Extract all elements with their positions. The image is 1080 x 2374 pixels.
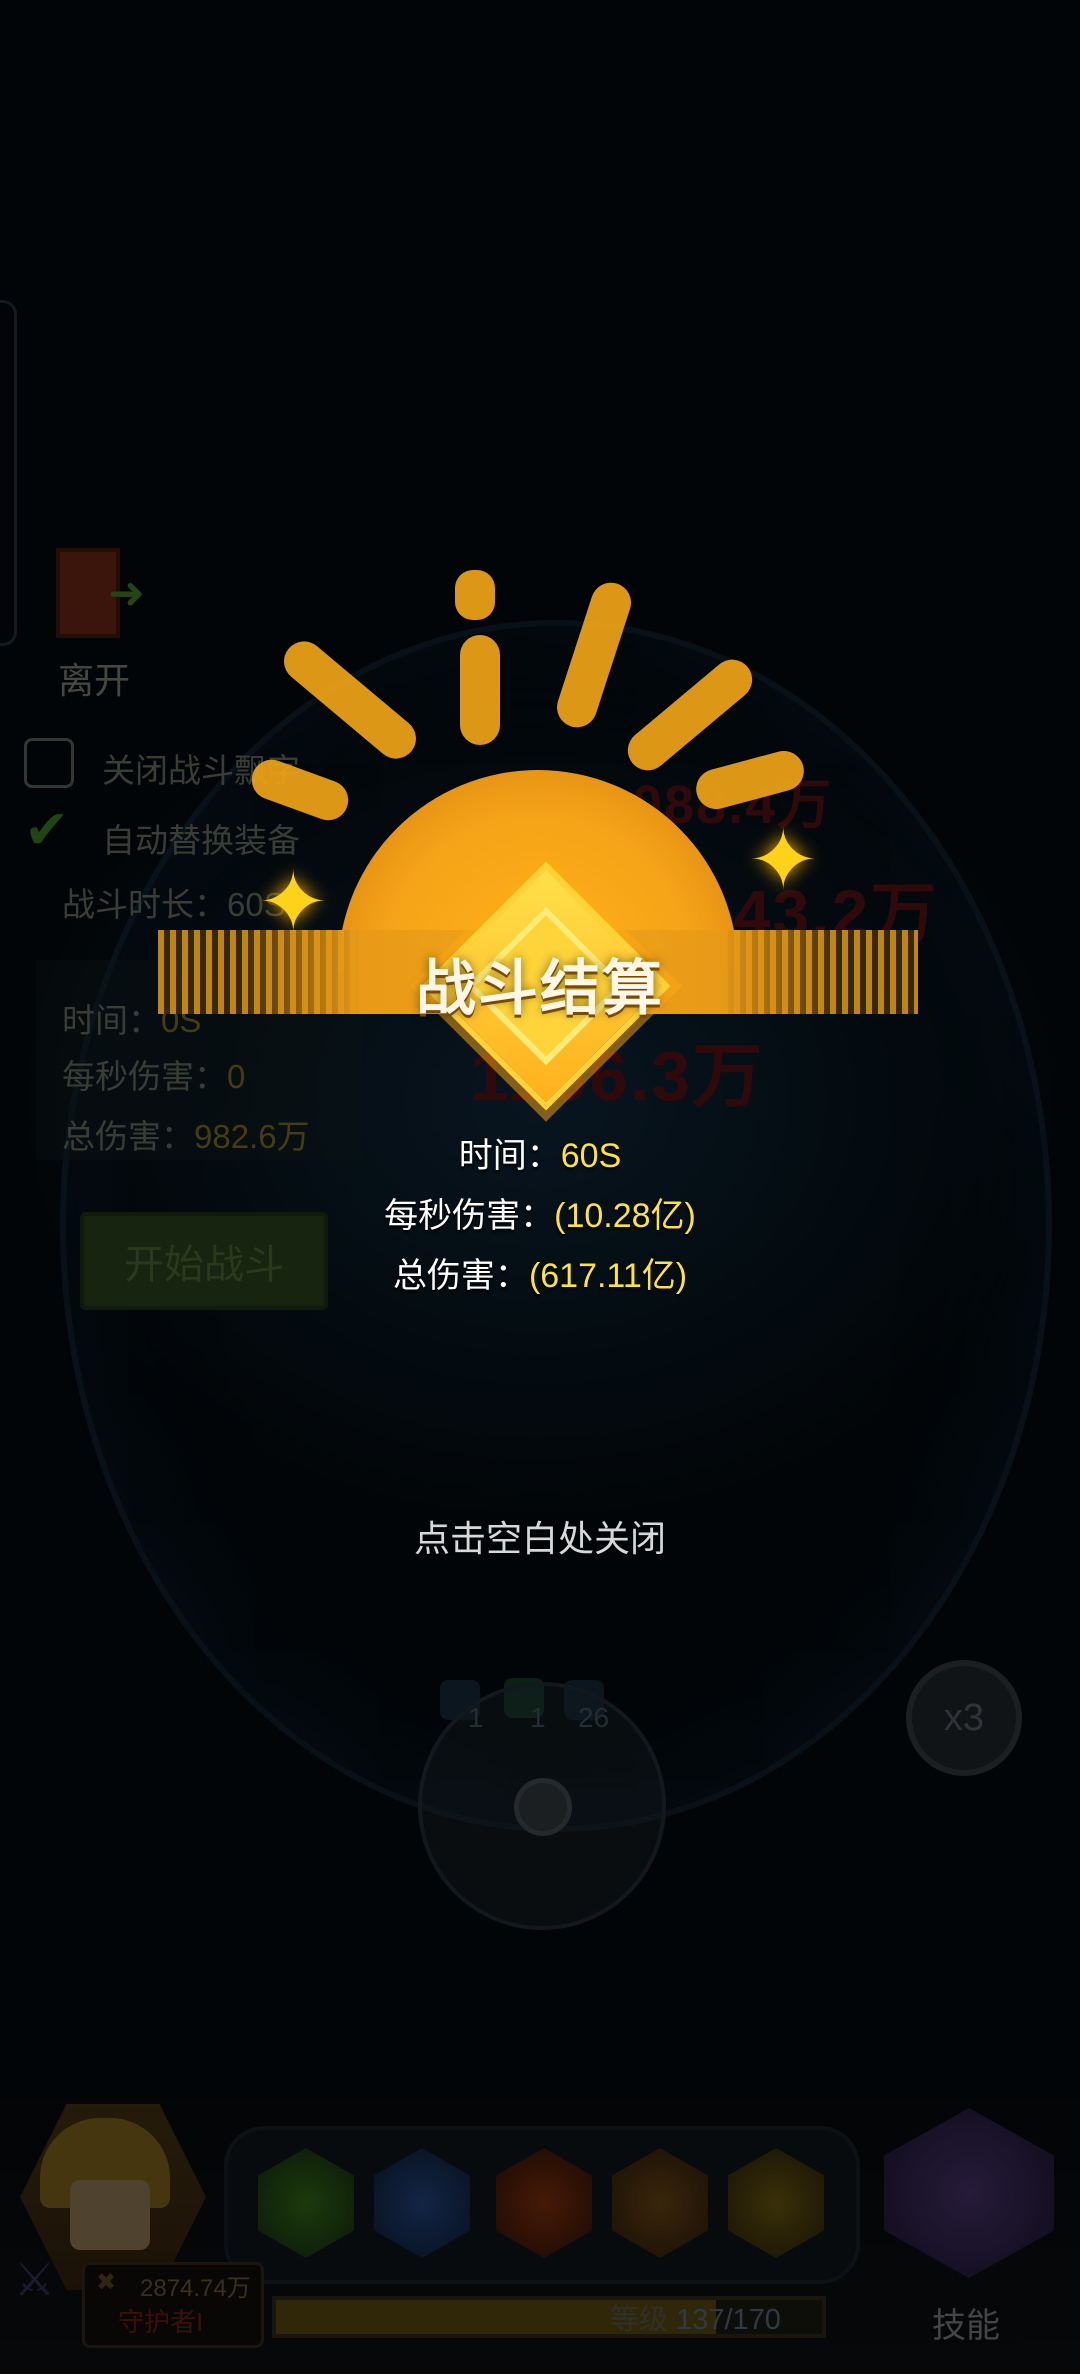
- sparkle-icon: ✦: [258, 855, 329, 949]
- result-total-label: 总伤害：: [392, 1257, 529, 1295]
- result-title: 战斗结算: [416, 955, 664, 1022]
- result-dps-label: 每秒伤害：: [384, 1197, 555, 1235]
- sun-ray: [557, 582, 631, 728]
- sun-ray: [696, 750, 804, 810]
- sun-ray: [251, 759, 349, 821]
- result-total: 总伤害：(617.11亿): [0, 1248, 1080, 1297]
- sun-ray: [460, 635, 500, 745]
- result-time-label: 时间：: [458, 1137, 561, 1175]
- result-time-value: 60S: [560, 1137, 622, 1175]
- close-hint[interactable]: 点击空白处关闭: [0, 1510, 1080, 1562]
- result-time: 时间：60S: [0, 1128, 1080, 1177]
- sparkle-icon: ✦: [748, 813, 819, 907]
- modal-overlay[interactable]: [0, 0, 1080, 2374]
- result-dps: 每秒伤害：(10.28亿): [0, 1188, 1080, 1237]
- sun-ray: [627, 659, 753, 771]
- sun-ray: [284, 641, 416, 759]
- result-total-value: (617.11亿): [528, 1257, 688, 1295]
- result-dps-value: (10.28亿): [554, 1197, 696, 1235]
- sun-ray: [455, 570, 495, 620]
